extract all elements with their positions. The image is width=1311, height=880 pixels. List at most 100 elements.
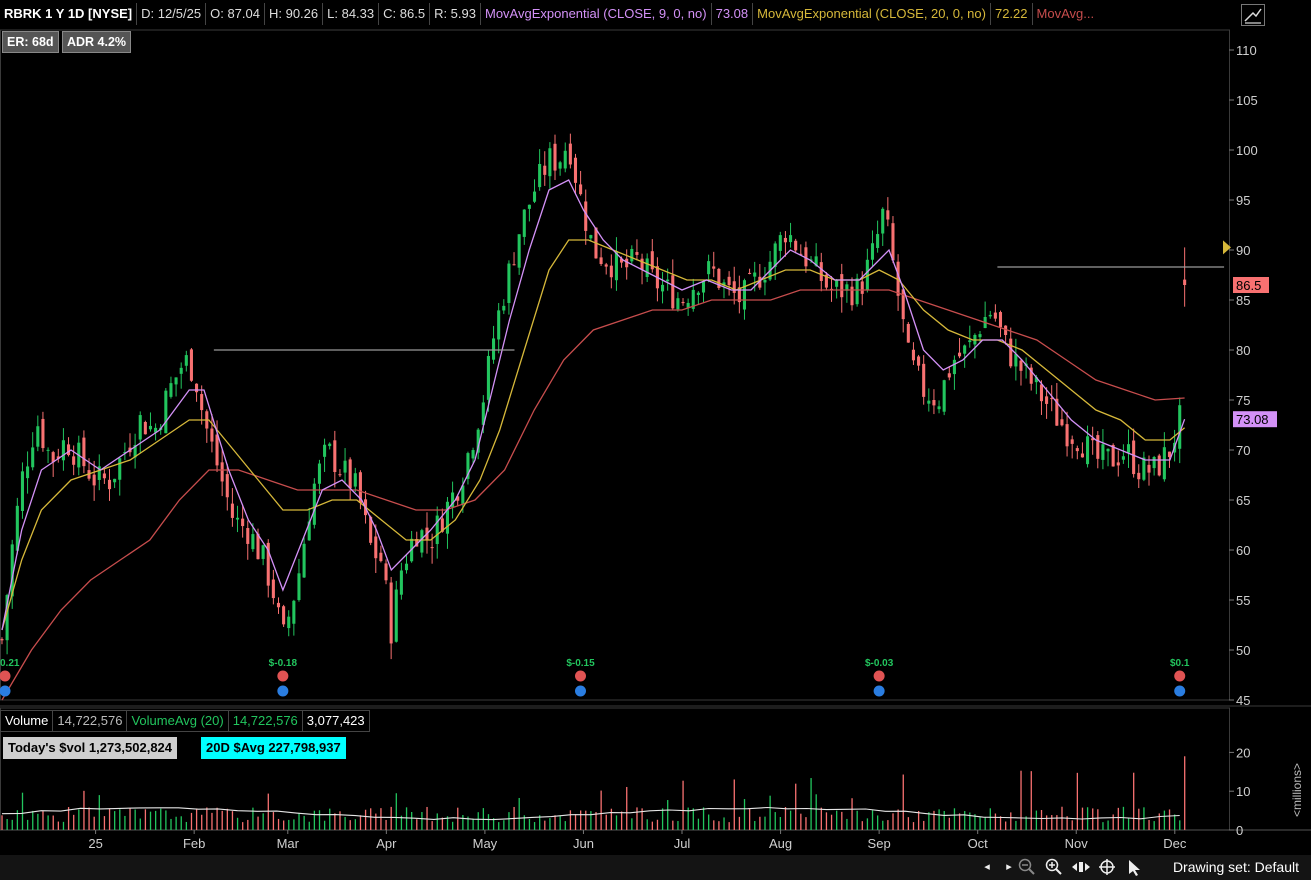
volume-bar — [211, 812, 213, 830]
volume-bar — [713, 820, 715, 830]
candle-body — [102, 473, 106, 479]
candle-body — [701, 280, 706, 293]
candle-body — [1080, 453, 1084, 458]
candle-body — [246, 528, 250, 544]
candle-body — [235, 517, 240, 520]
candle-body — [917, 356, 921, 366]
volume-bar — [498, 822, 500, 830]
candle-body — [993, 312, 997, 319]
price-tick-label: 95 — [1236, 193, 1250, 208]
volume-bar — [595, 812, 597, 830]
scroll-left-icon[interactable]: ◂ — [978, 858, 996, 876]
volume-bar — [830, 814, 833, 830]
avg-dollar-volume: 20D $Avg 227,798,937 — [201, 737, 346, 759]
volume-bar — [124, 815, 126, 830]
zoom-out-icon[interactable] — [1018, 858, 1036, 876]
pan-icon[interactable] — [1071, 858, 1090, 876]
candle-body — [1157, 455, 1161, 476]
candle-body — [1167, 451, 1172, 458]
earnings-phone-icon — [277, 670, 289, 682]
candle-body — [614, 251, 618, 281]
candle-body — [563, 150, 567, 169]
volume-bar — [1184, 756, 1186, 830]
volume-bar — [462, 815, 464, 830]
volume-bar — [221, 810, 223, 830]
price-tick-label: 75 — [1236, 393, 1250, 408]
time-tick-label: May — [473, 836, 498, 851]
volume-bar — [231, 811, 234, 830]
zoom-in-icon[interactable] — [1045, 858, 1063, 876]
candle-body — [241, 518, 245, 527]
candle-body — [819, 262, 823, 281]
candle-body — [748, 272, 752, 274]
candle-body — [660, 284, 665, 292]
volume-bar — [1174, 814, 1176, 830]
volume-bar — [836, 810, 838, 830]
volume-bar — [554, 815, 556, 830]
volume-bar — [349, 820, 351, 830]
volume-bar — [247, 819, 249, 830]
candle-body — [671, 275, 675, 309]
crosshair-icon[interactable] — [1098, 858, 1116, 876]
volume-bar — [789, 810, 792, 830]
volume-bar — [114, 811, 116, 830]
candle-body — [1121, 456, 1125, 460]
earnings-bulb-icon — [1174, 685, 1186, 697]
scroll-right-icon[interactable]: ▸ — [1000, 858, 1018, 876]
volume-bar — [784, 807, 787, 830]
volume-bar — [451, 821, 454, 830]
volume-bar — [477, 812, 479, 830]
volume-bar — [682, 780, 684, 830]
volume-bar — [487, 814, 490, 830]
price-tick-label: 50 — [1236, 643, 1250, 658]
candle-body — [635, 252, 639, 255]
candle-body — [138, 415, 142, 440]
candle-body — [988, 314, 992, 317]
volume-bar — [626, 786, 628, 830]
candle-body — [1019, 360, 1023, 371]
time-tick-label: Dec — [1163, 836, 1187, 851]
volume-bar — [677, 821, 679, 830]
candle-body — [696, 292, 700, 295]
volume-bar — [93, 816, 95, 830]
drawing-set-label[interactable]: Drawing set: Default — [1173, 859, 1299, 875]
candle-body — [323, 444, 327, 457]
candle-body — [942, 380, 946, 412]
volume-label[interactable]: Volume — [0, 710, 54, 732]
volume-bar — [11, 819, 13, 830]
pointer-icon[interactable] — [1126, 858, 1144, 876]
candle-body — [107, 479, 112, 490]
earnings-phone-icon — [0, 670, 11, 682]
volume-bar — [21, 792, 24, 830]
price-chart[interactable]: 45 50 55 60 65 70 75 80 85 90 95 100 105 110 0 10 20 25 Fe… — [0, 0, 1311, 880]
volume-bar — [1076, 772, 1079, 830]
candle-body — [174, 377, 178, 385]
volume-bar — [923, 820, 925, 830]
candle-body — [573, 157, 578, 183]
candle-body — [532, 191, 537, 202]
volume-bar — [195, 808, 198, 830]
candle-body — [517, 234, 521, 268]
volume-bar — [805, 817, 807, 830]
candle-body — [712, 266, 716, 269]
volume-bar — [1133, 772, 1135, 830]
volume-bar — [518, 797, 520, 830]
candle-body — [1183, 279, 1187, 285]
volume-bar — [1179, 820, 1181, 830]
candle-body — [840, 274, 844, 298]
volume-bar — [1, 815, 3, 830]
candle-body — [184, 355, 188, 366]
volume-value: 14,722,576 — [53, 710, 128, 732]
volume-bar — [441, 817, 444, 830]
candle-body — [522, 209, 526, 237]
candle-body — [36, 426, 40, 447]
candle-body — [886, 210, 890, 220]
volume-bar — [999, 816, 1002, 830]
volume-avg-label[interactable]: VolumeAvg (20) — [127, 710, 229, 732]
volume-bar — [820, 807, 822, 830]
volume-bar — [313, 810, 316, 830]
volume-unit-label: <millions> — [1290, 762, 1304, 818]
candle-body — [282, 606, 286, 625]
volume-bar — [267, 793, 269, 830]
volume-bar — [88, 807, 90, 830]
